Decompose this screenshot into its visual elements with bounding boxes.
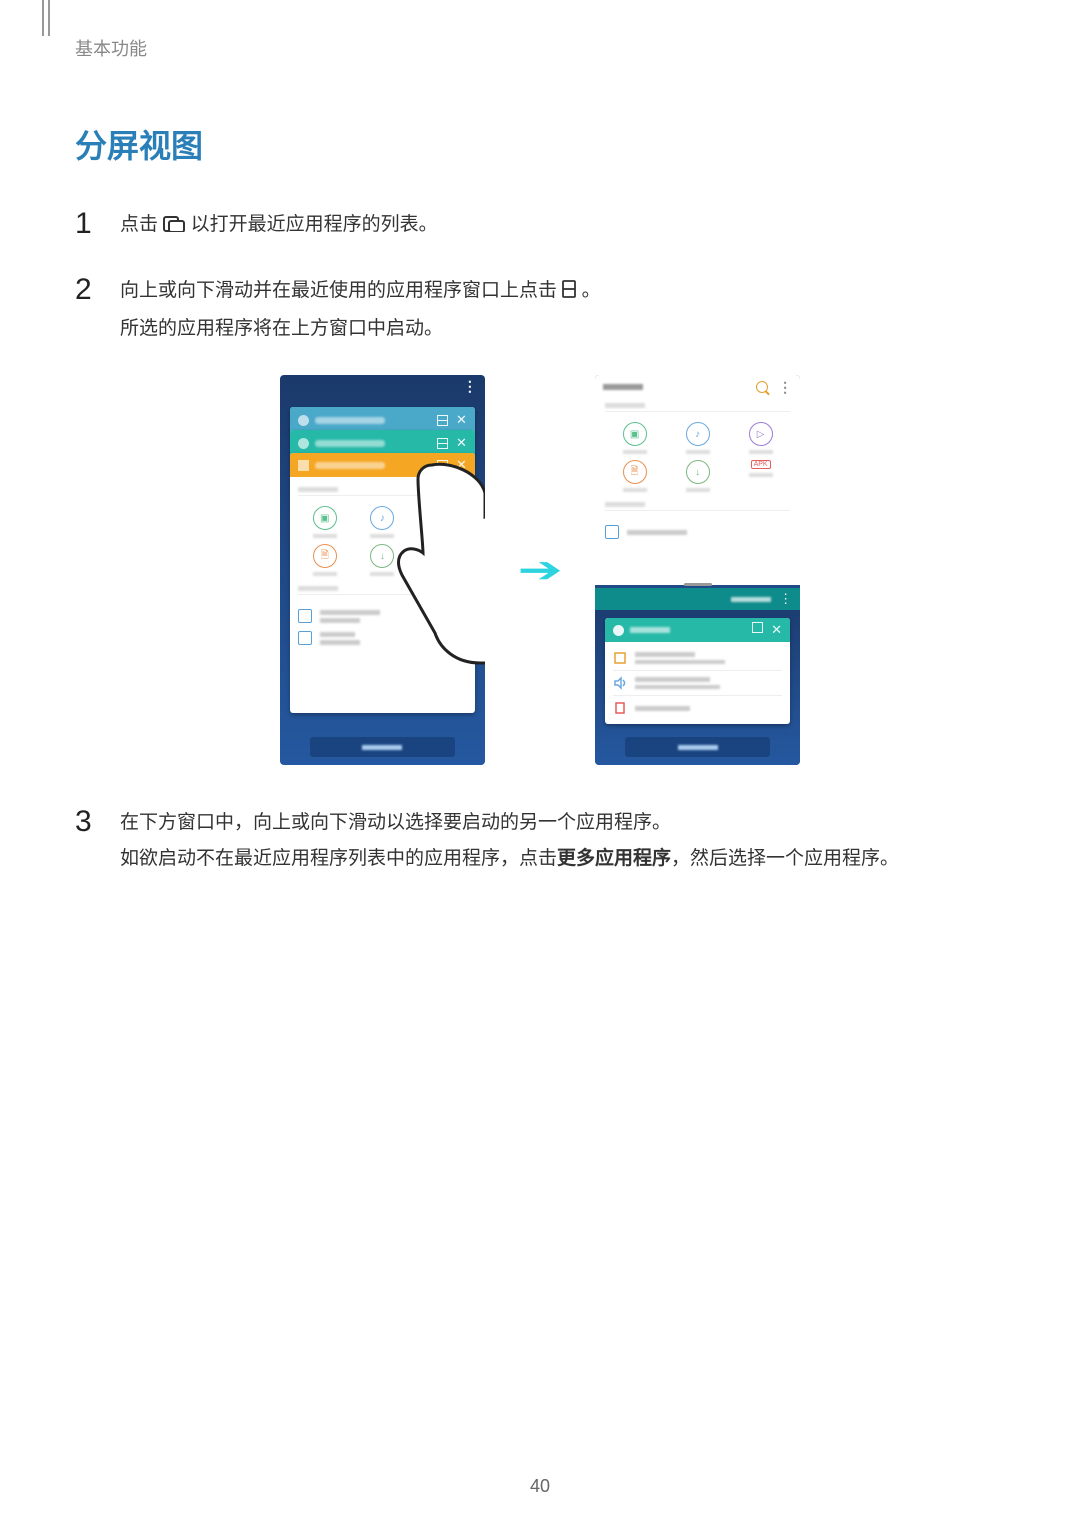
section-title: 分屏视图 [75,121,1005,167]
audio-icon: ♪ [356,506,410,538]
settings-card: ✕ [605,618,790,724]
left-phone-mockup: ⋮ ✕ ✕ ✕ ▣ ♪ ▷ 🗎 ↓ APK [280,375,485,765]
more-icon: ⋮ [463,378,477,395]
close-icon: ✕ [456,457,467,473]
categories-label [298,487,338,492]
step-3-bold: 更多应用程序 [557,848,671,869]
right-phone-mockup: ⋮ ▣ ♪ ▷ 🗎 ↓ APK [595,375,800,765]
step-body: 点击 以打开最近应用程序的列表。 [120,207,1005,245]
videos-icon: ▷ [731,422,790,454]
documents-icon: 🗎 [298,544,352,576]
split-top-pane: ⋮ ▣ ♪ ▷ 🗎 ↓ APK [595,375,800,585]
more-icon: ⋮ [779,591,792,607]
step-3-text-c: ，然后选择一个应用程序。 [671,848,899,869]
split-icon [752,622,763,633]
page-number: 40 [0,1476,1080,1497]
category-grid: ▣ ♪ ▷ 🗎 ↓ APK [298,506,467,576]
internal-storage-item [298,605,467,627]
myfiles-body: ▣ ♪ ▷ 🗎 ↓ APK [595,399,800,547]
phone-label [605,502,645,507]
close-all-button [625,737,770,757]
videos-icon: ▷ [413,506,467,538]
step-3-text-b: 如欲启动不在最近应用程序列表中的应用程序，点击 [120,848,557,869]
apk-icon: APK [731,460,790,492]
categories-label [605,403,645,408]
search-icon [756,381,768,393]
images-icon: ▣ [605,422,664,454]
step-body: 向上或向下滑动并在最近使用的应用程序窗口上点击 。 所选的应用程序将在上方窗口中… [120,273,1005,347]
downloads-icon: ↓ [356,544,410,576]
list-item [613,671,782,696]
close-icon: ✕ [456,412,467,428]
step-2-text-c: 所选的应用程序将在上方窗口中启动。 [120,318,443,339]
audio-icon: ♪ [668,422,727,454]
more-apps-header: ⋮ [595,588,800,610]
step-1: 1 点击 以打开最近应用程序的列表。 [75,207,1005,245]
apk-icon: APK [413,544,467,576]
images-icon: ▣ [298,506,352,538]
recent-apps-icon [163,209,185,245]
sd-card-item [298,627,467,649]
screenshots-row: ⋮ ✕ ✕ ✕ ▣ ♪ ▷ 🗎 ↓ APK [75,375,1005,765]
connections-icon [613,651,627,665]
split-screen-icon [562,275,576,311]
phone-label [298,586,338,591]
page-content: 基本功能 分屏视图 1 点击 以打开最近应用程序的列表。 2 向上或向下滑动并在… [0,0,1080,877]
step-body: 在下方窗口中，向上或向下滑动以选择要启动的另一个应用程序。 如欲启动不在最近应用… [120,805,1005,877]
notifications-icon [613,701,627,715]
close-all-button [310,737,455,757]
step-1-text-a: 点击 [120,214,163,235]
step-number: 2 [75,273,120,306]
left-phone-topbar: ⋮ [280,375,485,397]
step-3: 3 在下方窗口中，向上或向下滑动以选择要启动的另一个应用程序。 如欲启动不在最近… [75,805,1005,877]
myfiles-header: ⋮ [595,375,800,399]
split-bottom-pane: ⋮ ✕ [595,588,800,765]
split-icon [437,415,448,426]
category-grid: ▣ ♪ ▷ 🗎 ↓ APK [605,422,790,492]
split-icon [437,438,448,449]
close-icon: ✕ [771,622,782,638]
step-1-text-b: 以打开最近应用程序的列表。 [191,214,438,235]
recent-app-card-myfiles: ✕ ▣ ♪ ▷ 🗎 ↓ APK [290,453,475,713]
close-icon: ✕ [456,435,467,451]
downloads-icon: ↓ [668,460,727,492]
arrow-icon: ➔ [517,549,562,591]
settings-list [605,642,790,724]
step-3-text-a: 在下方窗口中，向上或向下滑动以选择要启动的另一个应用程序。 [120,812,671,833]
split-handle [595,580,800,588]
more-apps-label [731,597,771,602]
sound-icon [613,676,627,690]
list-item [613,696,782,720]
step-2-text-b: 。 [582,280,601,301]
myfiles-title [603,384,643,390]
step-number: 3 [75,805,120,838]
more-icon: ⋮ [778,379,792,396]
split-icon [437,460,448,471]
myfiles-body: ▣ ♪ ▷ 🗎 ↓ APK [290,477,475,659]
step-2: 2 向上或向下滑动并在最近使用的应用程序窗口上点击 。 所选的应用程序将在上方窗… [75,273,1005,347]
documents-icon: 🗎 [605,460,664,492]
breadcrumb: 基本功能 [75,35,1005,61]
list-item [613,646,782,671]
step-2-text-a: 向上或向下滑动并在最近使用的应用程序窗口上点击 [120,280,562,301]
step-number: 1 [75,207,120,240]
internal-storage-item [605,521,790,543]
